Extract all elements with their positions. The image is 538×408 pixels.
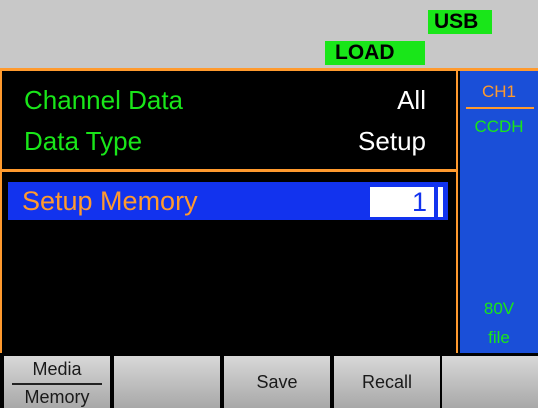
channel-data-value[interactable]: All	[397, 85, 426, 115]
voltage-label: 80V	[483, 299, 515, 318]
edit-cursor	[438, 187, 443, 217]
data-type-value[interactable]: Setup	[358, 126, 426, 156]
softkey-2[interactable]	[114, 356, 220, 408]
softkey-5[interactable]	[442, 356, 538, 408]
setup-memory-field[interactable]: 1	[370, 187, 434, 217]
sidebar-divider	[456, 71, 458, 353]
channel-label: CH1	[481, 82, 516, 101]
softkey-media-memory[interactable]: Media Memory	[4, 356, 110, 408]
softkey-bar: Media Memory Save Recall	[0, 353, 538, 408]
softkey-save[interactable]: Save	[224, 356, 330, 408]
channel-sidebar: CH1 CCDH 80V file	[460, 71, 538, 353]
channel-data-label: Channel Data	[24, 85, 183, 115]
usb-indicator: USB	[428, 10, 492, 34]
file-label: file	[488, 328, 510, 347]
setup-memory-label: Setup Memory	[22, 186, 198, 216]
load-indicator: LOAD	[325, 41, 425, 65]
setup-memory-value: 1	[411, 187, 427, 217]
sidebar-divider-line	[466, 107, 534, 109]
panel-divider	[2, 169, 458, 172]
softkey-memory-label: Memory	[24, 387, 90, 407]
setup-memory-row[interactable]: Setup Memory 1	[8, 182, 448, 220]
mode-label: CCDH	[474, 117, 524, 136]
softkey-separator	[12, 383, 102, 385]
settings-panel: Channel Data All Data Type Setup	[2, 71, 454, 168]
softkey-media-label: Media	[32, 359, 82, 379]
softkey-recall[interactable]: Recall	[334, 356, 440, 408]
data-type-label: Data Type	[24, 126, 143, 156]
